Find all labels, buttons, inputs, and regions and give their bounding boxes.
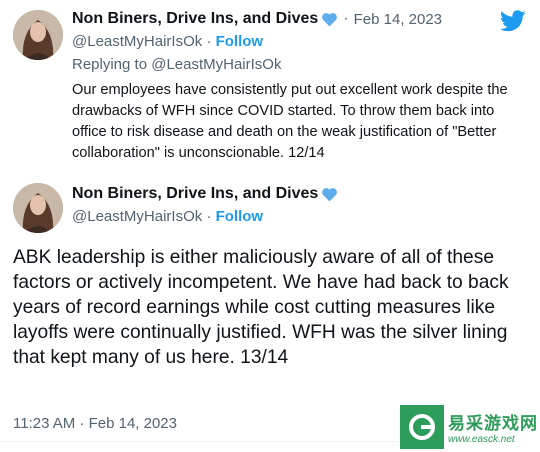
blue-heart-icon xyxy=(321,12,338,27)
replying-to[interactable]: Replying to @LeastMyHairIsOk xyxy=(72,56,281,73)
watermark-logo-icon xyxy=(400,405,444,449)
avatar-photo xyxy=(13,183,63,233)
tweet-timestamp[interactable]: 11:23 AM · Feb 14, 2023 xyxy=(13,415,177,432)
handle[interactable]: @LeastMyHairIsOk xyxy=(72,208,202,225)
follow-button[interactable]: Follow xyxy=(216,208,264,225)
blue-heart-icon xyxy=(321,187,338,202)
twitter-bird-icon[interactable] xyxy=(499,10,526,37)
tweet-reply[interactable]: Non Biners, Drive Ins, and Dives · Feb 1… xyxy=(0,0,540,175)
tweet-text: ABK leadership is either maliciously awa… xyxy=(13,247,509,368)
follow-separator: · xyxy=(206,208,212,225)
separator: · xyxy=(343,10,349,27)
avatar[interactable] xyxy=(13,183,63,233)
watermark-title: 易采游戏网 xyxy=(448,414,538,434)
follow-separator: · xyxy=(206,33,212,50)
follow-button[interactable]: Follow xyxy=(216,33,264,50)
display-name[interactable]: Non Biners, Drive Ins, and Dives xyxy=(72,185,318,203)
watermark-url: www.easck.net xyxy=(448,434,515,445)
handle[interactable]: @LeastMyHairIsOk xyxy=(72,33,202,50)
display-name[interactable]: Non Biners, Drive Ins, and Dives xyxy=(72,10,318,28)
avatar-photo xyxy=(13,10,63,60)
avatar[interactable] xyxy=(13,10,63,60)
site-watermark: 易采游戏网 www.easck.net xyxy=(398,402,540,452)
tweet-date[interactable]: Feb 14, 2023 xyxy=(354,11,442,28)
tweet-text: Our employees have consistently put out … xyxy=(72,82,508,161)
